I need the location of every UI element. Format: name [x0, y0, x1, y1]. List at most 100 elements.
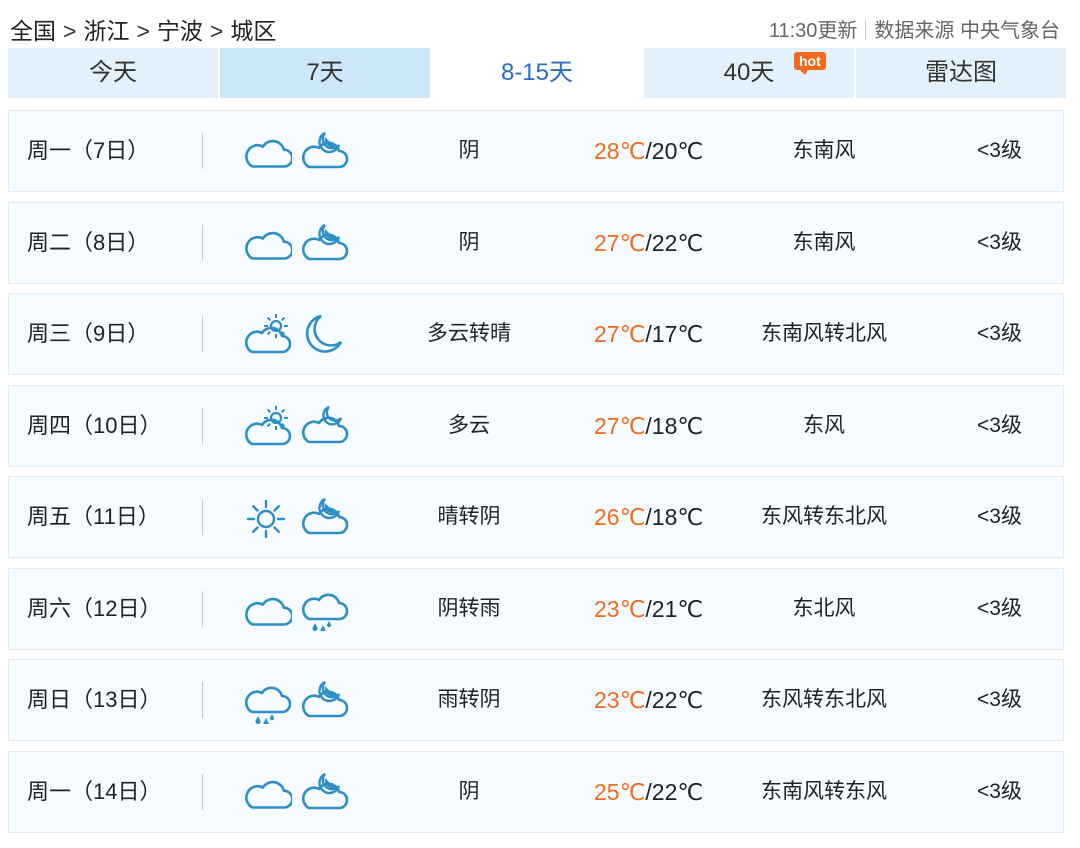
forecast-row: 周六（12日） 阴转雨 23℃/21℃ 东北风 <3级	[8, 567, 1064, 650]
forecast-row: 周一（14日） 阴 25℃/22℃ 东南风转东风 <3级	[8, 750, 1064, 833]
cloudy-night-icon	[299, 770, 349, 814]
cloudy-night-icon	[299, 495, 349, 539]
weather-text: 雨转阴	[437, 688, 501, 711]
temperature: 25℃/22℃	[594, 752, 703, 832]
tab-label: 40天	[723, 59, 775, 86]
wind-level: <3级	[977, 413, 1022, 437]
tab-label: 7天	[306, 59, 344, 86]
day-label: 周五（11日）	[27, 504, 160, 529]
wind-direction: 东南风转北风	[761, 322, 887, 345]
tab-0[interactable]: 今天	[8, 48, 218, 98]
day-label: 周六（12日）	[27, 595, 162, 621]
tab-4[interactable]: 雷达图	[856, 48, 1066, 98]
low-temp: /18℃	[645, 412, 704, 439]
breadcrumb: 全国 > 浙江 > 宁波 > 城区	[10, 12, 276, 46]
tab-label: 今天	[89, 59, 137, 86]
wind-direction: 东风转东北风	[761, 688, 887, 711]
sun-icon	[242, 497, 292, 539]
row-divider	[202, 407, 203, 444]
temperature: 28℃/20℃	[594, 111, 703, 191]
row-divider	[202, 316, 203, 352]
high-temp: 23℃	[594, 687, 646, 713]
forecast-row: 周一（7日） 阴 28℃/20℃ 东南风 <3级	[8, 110, 1064, 192]
breadcrumb-separator: >	[63, 18, 77, 44]
wind-direction: 东南风	[792, 230, 856, 254]
top-bar: 全国 > 浙江 > 宁波 > 城区 11:30更新 数据来源 中央气象台	[0, 0, 1080, 48]
forecast-row: 周三（9日） 多云转晴 27℃/17℃ 东南风转北风 <3级	[8, 293, 1064, 375]
temperature: 27℃/22℃	[594, 203, 703, 283]
low-temp: /17℃	[645, 321, 704, 347]
forecast-tabs: 今天 7天 8-15天 40天 hot 雷达图	[8, 48, 1066, 98]
wind-level: <3级	[977, 139, 1022, 162]
day-label: 周四（10日）	[27, 412, 162, 438]
high-temp: 25℃	[594, 778, 646, 805]
tab-1[interactable]: 7天	[220, 48, 430, 98]
cloudy-night-icon	[299, 221, 349, 265]
wind-level: <3级	[977, 322, 1022, 345]
hot-badge: hot	[794, 52, 826, 75]
day-label: 周一（14日）	[27, 778, 162, 804]
row-divider	[202, 590, 203, 627]
forecast-row: 周四（10日） 多云 27℃/18℃ 东风 <3级	[8, 384, 1064, 467]
meta-divider	[865, 20, 867, 40]
low-temp: /21℃	[645, 595, 704, 622]
row-divider	[202, 224, 203, 261]
day-label: 周一（7日）	[27, 138, 150, 163]
weather-text: 多云	[448, 413, 490, 437]
update-time: 11:30更新	[768, 20, 858, 42]
weather-text: 晴转阴	[437, 505, 501, 528]
day-label: 周二（8日）	[27, 229, 150, 255]
weather-text: 阴	[458, 779, 480, 803]
row-divider	[202, 773, 203, 810]
rain-icon	[299, 587, 349, 631]
cloudy-icon	[242, 223, 292, 263]
temperature: 27℃/18℃	[594, 386, 703, 466]
breadcrumb-country[interactable]: 全国	[10, 18, 56, 44]
wind-direction: 东南风转东风	[761, 779, 887, 803]
low-temp: /22℃	[645, 687, 704, 713]
low-temp: /22℃	[645, 778, 704, 805]
breadcrumb-city[interactable]: 宁波	[157, 18, 203, 44]
breadcrumb-province[interactable]: 浙江	[83, 18, 129, 44]
breadcrumb-separator: >	[136, 18, 150, 44]
forecast-row: 周五（11日） 晴转阴 26℃/18℃ 东风转东北风 <3级	[8, 476, 1064, 558]
cloudy-icon	[242, 589, 292, 629]
high-temp: 26℃	[594, 504, 646, 530]
wind-direction: 东北风	[792, 596, 856, 620]
row-divider	[202, 499, 203, 535]
temperature: 27℃/17℃	[594, 294, 703, 374]
high-temp: 27℃	[594, 321, 646, 347]
data-source: 数据来源 中央气象台	[874, 20, 1060, 42]
tab-3[interactable]: 40天 hot	[644, 48, 854, 98]
tab-label: 8-15天	[500, 59, 574, 86]
cloudy-icon	[242, 131, 292, 171]
wind-level: <3级	[977, 505, 1022, 528]
tab-2[interactable]: 8-15天	[432, 48, 642, 98]
forecast-row: 周二（8日） 阴 27℃/22℃ 东南风 <3级	[8, 201, 1064, 284]
forecast-row: 周日（13日） 雨转阴 23℃/22℃ 东风转东北风 <3级	[8, 659, 1064, 741]
high-temp: 28℃	[594, 138, 646, 164]
wind-direction: 东南风	[792, 139, 856, 162]
weather-text: 阴	[458, 139, 480, 162]
forecast-list: 周一（7日）阴 28℃/20℃ 东南风 <3级 周二（8日）阴 27℃/22℃ 东南风 <3级…	[8, 110, 1064, 842]
cloudy-night-icon	[299, 678, 349, 722]
wind-level: <3级	[977, 596, 1022, 620]
breadcrumb-district[interactable]: 城区	[230, 18, 276, 44]
update-info: 11:30更新 数据来源 中央气象台	[769, 14, 1060, 43]
high-temp: 27℃	[594, 412, 646, 439]
low-temp: /20℃	[645, 138, 704, 164]
row-divider	[202, 682, 203, 718]
weather-text: 阴	[458, 230, 480, 254]
moon-icon	[299, 312, 349, 356]
low-temp: /18℃	[645, 504, 704, 530]
cloudy-night-icon	[299, 129, 349, 173]
partly-cloudy-night-icon	[299, 404, 349, 448]
day-label: 周日（13日）	[27, 687, 162, 712]
partly-cloudy-day-icon	[242, 314, 292, 354]
temperature: 23℃/22℃	[594, 660, 703, 740]
weather-text: 多云转晴	[427, 322, 511, 345]
high-temp: 23℃	[594, 595, 646, 622]
tab-label: 雷达图	[925, 59, 997, 86]
wind-direction: 东风转东北风	[761, 505, 887, 528]
weather-text: 阴转雨	[437, 596, 501, 620]
